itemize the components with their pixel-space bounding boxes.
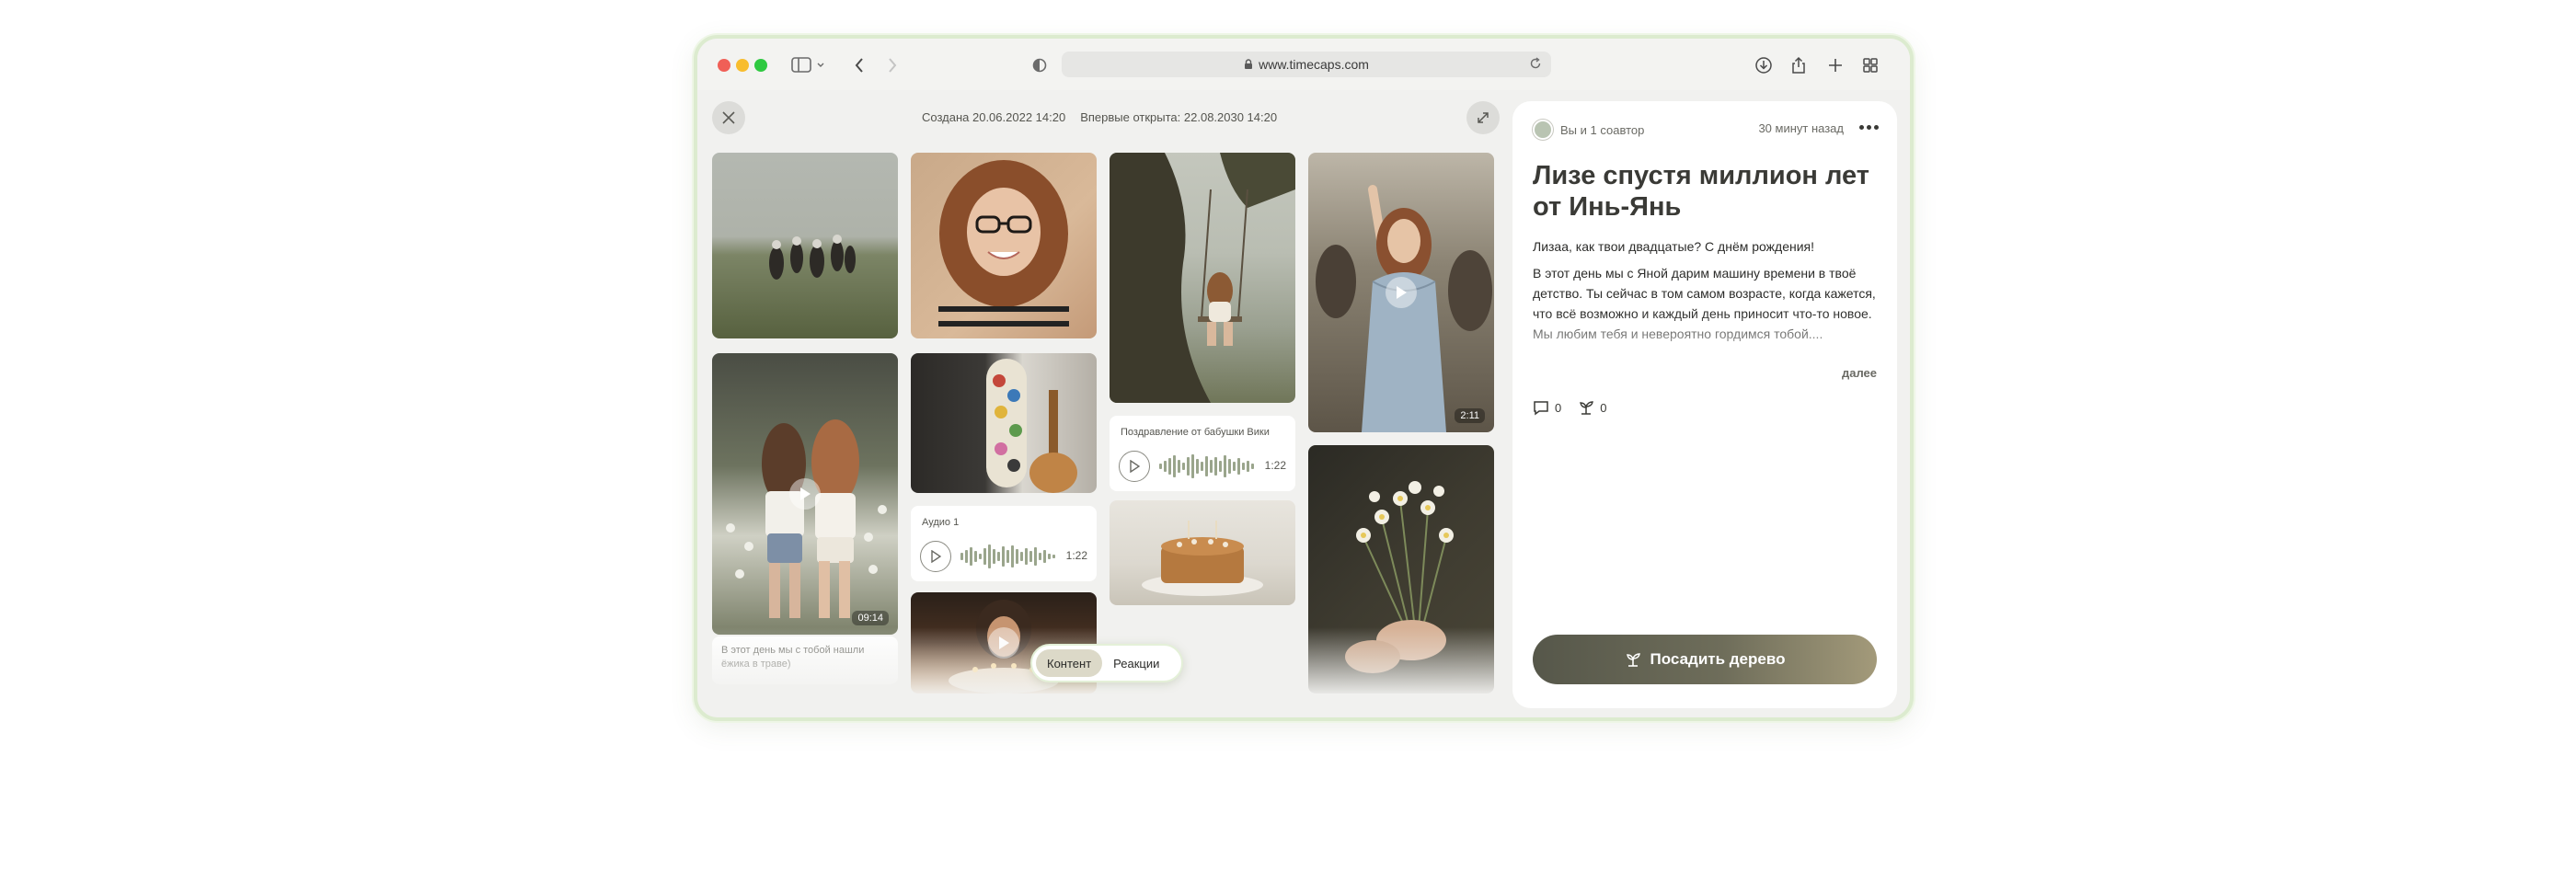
photo-skateboard-guitar[interactable]	[911, 353, 1097, 493]
back-arrow-icon[interactable]	[848, 52, 870, 79]
forward-arrow-icon[interactable]	[881, 52, 903, 79]
privacy-shield-icon[interactable]	[1029, 52, 1051, 79]
comment-icon	[1534, 401, 1548, 416]
audio-card-2[interactable]: Поздравление от бабушки Вики 1:22	[1110, 416, 1295, 491]
zoom-window-button[interactable]	[754, 59, 767, 72]
trees-counter[interactable]: 0	[1578, 399, 1606, 416]
play-icon[interactable]	[920, 541, 951, 572]
coauthors[interactable]: Вы и 1 соавтор	[1533, 120, 1644, 140]
close-capsule-button[interactable]	[712, 101, 745, 134]
greeting-text: Лизаа, как твои двадцатые? С днём рожден…	[1533, 239, 1814, 254]
comments-counter[interactable]: 0	[1533, 399, 1561, 416]
message-fade	[1533, 313, 1882, 368]
photo-girl-glasses[interactable]	[911, 153, 1097, 338]
first-opened-date: Впервые открыта: 22.08.2030 14:20	[1080, 110, 1278, 124]
capsule-title: Лизе спустя миллион лет от Инь-Янь	[1533, 161, 1869, 222]
close-icon	[722, 111, 735, 124]
avatar	[1533, 120, 1553, 140]
play-icon[interactable]	[988, 627, 1019, 659]
download-icon[interactable]	[1752, 52, 1776, 79]
time-ago: 30 минут назад	[1758, 121, 1844, 135]
address-bar[interactable]: www.timecaps.com	[1062, 52, 1551, 77]
browser-toolbar: www.timecaps.com	[697, 39, 1910, 90]
minimize-window-button[interactable]	[736, 59, 749, 72]
read-more-link[interactable]: далее	[1842, 366, 1877, 380]
photo-flowers-hands[interactable]	[1308, 445, 1494, 693]
photo-cake[interactable]	[1110, 500, 1295, 605]
waveform-icon	[960, 544, 1055, 568]
lock-icon	[1244, 59, 1253, 70]
audio-duration: 1:22	[1264, 459, 1286, 472]
plant-tree-button[interactable]: Посадить дерево	[1533, 635, 1877, 684]
created-date: Создана 20.06.2022 14:20	[922, 110, 1066, 124]
url-text: www.timecaps.com	[1259, 57, 1369, 72]
browser-window: www.timecaps.com Создана 20.06.2022 14:2…	[694, 35, 1914, 721]
caption-text: В этот день мы с тобой нашли ёжика в тра…	[721, 645, 865, 670]
share-icon[interactable]	[1787, 52, 1811, 79]
trees-count: 0	[1600, 400, 1607, 415]
expand-icon	[1478, 112, 1489, 123]
photo-girl-swing[interactable]	[1110, 153, 1295, 403]
audio-title: Поздравление от бабушки Вики	[1121, 427, 1270, 438]
close-window-button[interactable]	[718, 59, 730, 72]
play-icon[interactable]	[789, 478, 821, 510]
video-duration: 2:11	[1455, 408, 1485, 423]
content-reactions-switch: Контент Реакции	[1030, 644, 1183, 682]
reaction-counters: 0 0	[1533, 399, 1606, 416]
new-tab-plus-icon[interactable]	[1823, 52, 1847, 79]
audio-card-1[interactable]: Аудио 1 1:22	[911, 506, 1097, 581]
tab-content[interactable]: Контент	[1036, 649, 1103, 677]
sprout-icon	[1580, 401, 1594, 415]
tab-overview-icon[interactable]	[1858, 52, 1882, 79]
more-options-icon[interactable]	[1859, 125, 1879, 130]
audio-duration: 1:22	[1065, 549, 1087, 562]
reload-icon[interactable]	[1529, 57, 1542, 73]
tab-reactions[interactable]: Реакции	[1102, 649, 1170, 677]
waveform-icon	[1159, 454, 1254, 478]
capsule-dates: Создана 20.06.2022 14:20 Впервые открыта…	[922, 110, 1277, 124]
sidebar-toggle-icon[interactable]	[789, 52, 830, 79]
play-icon[interactable]	[1119, 451, 1150, 482]
video-girl-dancing[interactable]: 2:11	[1308, 153, 1494, 432]
coauthors-label: Вы и 1 соавтор	[1560, 122, 1645, 137]
expand-button[interactable]	[1466, 101, 1500, 134]
comments-count: 0	[1555, 400, 1562, 415]
play-icon[interactable]	[1386, 277, 1417, 308]
plant-tree-label: Посадить дерево	[1650, 650, 1786, 668]
photo-running-field[interactable]	[712, 153, 898, 338]
video-duration: 09:14	[852, 611, 889, 625]
audio-title: Аудио 1	[922, 517, 960, 528]
capsule-details-panel: Вы и 1 соавтор 30 минут назад Лизе спуст…	[1512, 101, 1897, 708]
caption-card: В этот день мы с тобой нашли ёжика в тра…	[712, 636, 898, 684]
sprout-icon	[1626, 653, 1640, 667]
video-girls-flowers[interactable]: 09:14	[712, 353, 898, 635]
